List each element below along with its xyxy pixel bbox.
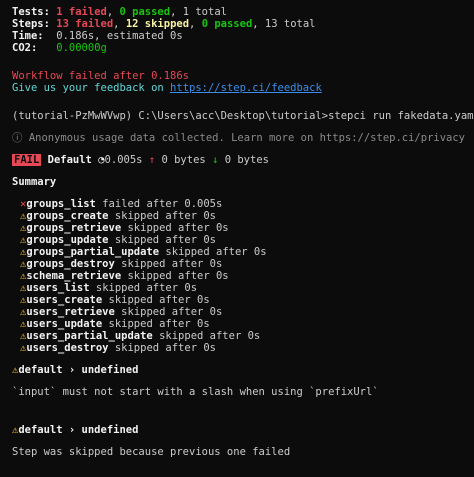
steps-skipped: 12 skipped xyxy=(125,18,190,30)
step-row: ⚠users_update skipped after 0s xyxy=(12,318,474,330)
step-row: ⚠schema_retrieve skipped after 0s xyxy=(12,270,474,282)
summary-heading: Summary xyxy=(12,176,57,188)
error-path-text: default › undefined xyxy=(18,364,139,376)
tests-passed: 0 passed xyxy=(119,6,171,18)
step-status: skipped after 0s xyxy=(127,270,229,282)
test-result-line: FAIL Default ◔0.005s ↑ 0 bytes ↓ 0 bytes xyxy=(12,154,474,166)
feedback-line: Give us your feedback on https://step.ci… xyxy=(12,82,474,94)
time-value: 0.186s, estimated 0s xyxy=(43,30,183,42)
steps-sep2: , xyxy=(189,18,202,30)
step-row: ⚠groups_partial_update skipped after 0s xyxy=(12,246,474,258)
anonymous-usage-notice: ⓘ Anonymous usage data collected. Learn … xyxy=(12,132,466,144)
time-label: Time: xyxy=(12,30,44,42)
step-row: ✕groups_list failed after 0.005s xyxy=(12,198,474,210)
error-path-1: ⚠default › undefined xyxy=(12,364,474,376)
command-text: stepci run fakedata.yaml xyxy=(328,110,474,122)
feedback-text: Give us your feedback on xyxy=(12,82,171,94)
tests-label: Tests: xyxy=(12,6,50,18)
step-name: users_list xyxy=(26,282,90,294)
steps-label: Steps: xyxy=(12,18,50,30)
workflow-failed-message: Workflow failed after 0.186s xyxy=(12,70,190,82)
tests-sep: , xyxy=(106,6,120,18)
error-path-2: ⚠default › undefined xyxy=(12,424,474,436)
step-status: skipped after 0s xyxy=(159,330,261,342)
error-message-1: `input` must not start with a slash when… xyxy=(12,386,379,398)
step-name: users_partial_update xyxy=(26,330,153,342)
fail-badge: FAIL xyxy=(12,154,42,166)
error-message-2: Step was skipped because previous one fa… xyxy=(12,446,291,458)
steps-summary-line: Steps: 13 failed, 12 skipped, 0 passed, … xyxy=(12,18,474,30)
download-arrow-icon: ↓ xyxy=(212,154,219,166)
time-line: Time: 0.186s, estimated 0s xyxy=(12,30,474,42)
step-status: skipped after 0s xyxy=(114,210,216,222)
command-prompt-line[interactable]: (tutorial-PzMwWVwp) C:\Users\acc\Desktop… xyxy=(12,110,474,122)
step-name: groups_destroy xyxy=(26,258,115,270)
steps-sep1: , xyxy=(113,18,126,30)
test-name: Default xyxy=(47,154,92,166)
step-name: users_create xyxy=(26,294,103,306)
tests-total: , 1 total xyxy=(170,6,227,18)
terminal-window[interactable]: Tests: 1 failed, 0 passed, 1 total Steps… xyxy=(0,0,474,477)
co2-value: 0.00000g xyxy=(37,42,107,54)
tests-summary-line: Tests: 1 failed, 0 passed, 1 total xyxy=(12,6,474,18)
step-name: users_update xyxy=(26,318,103,330)
step-status: skipped after 0s xyxy=(114,234,216,246)
step-row: ⚠users_destroy skipped after 0s xyxy=(12,342,474,354)
steps-list: ✕groups_list failed after 0.005s ⚠groups_… xyxy=(12,198,474,354)
step-name: groups_partial_update xyxy=(26,246,160,258)
step-row: ⚠groups_create skipped after 0s xyxy=(12,210,474,222)
step-status: skipped after 0s xyxy=(165,246,267,258)
step-status: skipped after 0s xyxy=(108,318,210,330)
feedback-link[interactable]: https://step.ci/feedback xyxy=(170,82,322,94)
step-name: users_retrieve xyxy=(26,306,115,318)
step-status: failed after 0.005s xyxy=(102,198,223,210)
step-row: ⚠users_retrieve skipped after 0s xyxy=(12,306,474,318)
step-row: ⚠groups_retrieve skipped after 0s xyxy=(12,222,474,234)
step-row: ⚠users_partial_update skipped after 0s xyxy=(12,330,474,342)
steps-passed: 0 passed xyxy=(201,18,253,30)
step-name: groups_retrieve xyxy=(26,222,122,234)
step-row: ⚠users_create skipped after 0s xyxy=(12,294,474,306)
step-status: skipped after 0s xyxy=(121,306,223,318)
step-row: ⚠groups_destroy skipped after 0s xyxy=(12,258,474,270)
steps-failed: 13 failed xyxy=(56,18,114,30)
error-path-text: default › undefined xyxy=(18,424,139,436)
bytes-sent: 0 bytes xyxy=(161,154,206,166)
step-name: users_destroy xyxy=(26,342,109,354)
step-status: skipped after 0s xyxy=(114,342,216,354)
upload-arrow-icon: ↑ xyxy=(148,154,156,166)
step-status: skipped after 0s xyxy=(95,282,198,294)
step-status: skipped after 0s xyxy=(127,222,229,234)
test-duration: 0.005s xyxy=(104,154,143,166)
tests-failed: 1 failed xyxy=(56,6,107,18)
steps-total: , 13 total xyxy=(252,18,316,30)
step-name: groups_create xyxy=(26,210,109,222)
bytes-received: 0 bytes xyxy=(224,154,269,166)
step-row: ⚠groups_update skipped after 0s xyxy=(12,234,474,246)
co2-label: CO2: xyxy=(12,42,38,54)
prompt-path: (tutorial-PzMwWVwp) C:\Users\acc\Desktop… xyxy=(12,110,329,122)
step-status: skipped after 0s xyxy=(121,258,223,270)
step-name: groups_update xyxy=(26,234,109,246)
step-row: ⚠users_list skipped after 0s xyxy=(12,282,474,294)
co2-line: CO2: 0.00000g xyxy=(12,42,474,54)
step-name: groups_list xyxy=(26,198,96,210)
step-status: skipped after 0s xyxy=(108,294,210,306)
step-name: schema_retrieve xyxy=(26,270,122,282)
